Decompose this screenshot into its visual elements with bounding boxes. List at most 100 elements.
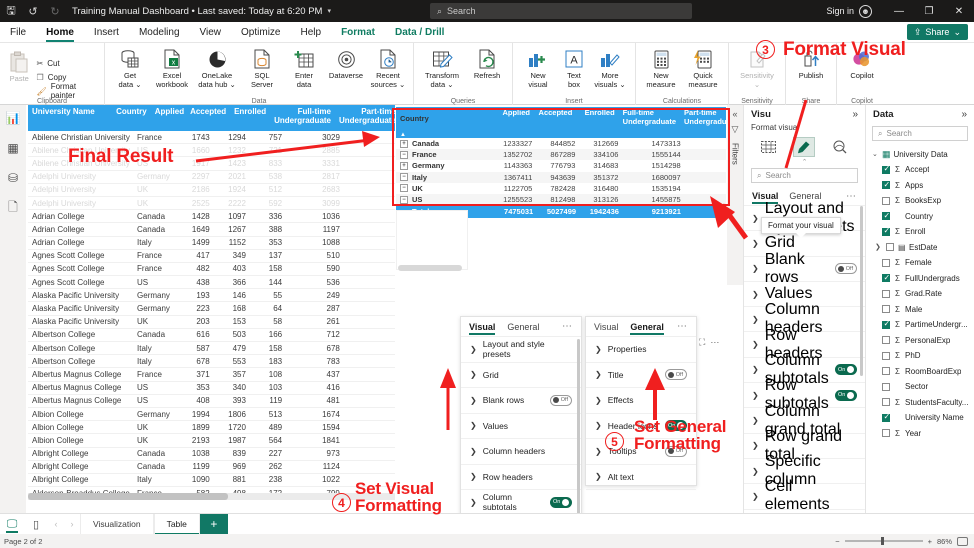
summary-row[interactable]: − Italy 1367411 943639 351372 1680097 <box>396 171 726 183</box>
tab-general[interactable]: General <box>507 317 539 337</box>
summary-column-header-fulltime[interactable]: Full-time Undergraduate <box>619 107 680 131</box>
visual-format-row[interactable]: ❯ Column subtotals On <box>461 490 581 516</box>
field-checkbox[interactable] <box>882 429 890 438</box>
university-data-table[interactable]: University Name Country Applied Accepted… <box>28 105 395 495</box>
field-checkbox[interactable] <box>882 336 890 345</box>
chevron-right-icon[interactable]: ❯ <box>595 370 602 379</box>
minimize-button[interactable]: — <box>884 0 914 22</box>
data-field-item[interactable]: Σ Male <box>866 302 974 318</box>
expand-collapse-icon[interactable]: − <box>400 173 408 182</box>
maximize-button[interactable]: ❐ <box>914 0 944 22</box>
transform-data-button[interactable]: Transform data ⌄ <box>418 46 466 105</box>
viz-format-row[interactable]: ❯ Blank rows Off <box>744 251 865 286</box>
data-field-item[interactable]: Σ Accept <box>866 162 974 178</box>
chevron-right-icon[interactable]: ❯ <box>752 214 759 223</box>
sql-server-button[interactable]: SQL Server <box>241 46 283 105</box>
field-checkbox[interactable] <box>882 289 890 298</box>
table-row[interactable]: Albertus Magnus College US 353 340 103 416 <box>28 382 395 395</box>
rail-item-table-view[interactable]: ▦ <box>4 139 22 157</box>
visual-format-row[interactable]: ❯ Layout and style presets <box>461 337 581 363</box>
chevron-right-icon[interactable]: ❯ <box>470 498 477 507</box>
global-search-box[interactable]: ⌕ Search <box>430 3 692 19</box>
table-row[interactable]: Albion College UK 2193 1987 564 1841 <box>28 434 395 448</box>
menu-item-optimize[interactable]: Optimize <box>231 22 290 43</box>
field-checkbox[interactable] <box>886 243 894 252</box>
tab-visual[interactable]: Visual <box>469 317 496 337</box>
table-row[interactable]: Adelphi University UK 2186 1924 512 2683 <box>28 184 395 197</box>
table-row[interactable]: Abilene Christian University US 1660 1232 72… <box>28 144 395 158</box>
data-field-item[interactable]: Σ Female <box>866 255 974 271</box>
summary-row[interactable]: − France 1352702 867289 334106 1555144 <box>396 149 726 161</box>
table-row[interactable]: Albright College Canada 1199 969 262 1124 <box>28 461 395 474</box>
chevron-right-icon[interactable]: ❯ <box>752 315 759 324</box>
chevron-double-right-icon-2[interactable]: » <box>961 109 967 120</box>
data-field-item[interactable]: Σ Grad.Rate <box>866 286 974 302</box>
toggle-switch[interactable]: On <box>835 389 857 401</box>
expand-collapse-icon[interactable]: − <box>400 184 408 193</box>
table-row[interactable]: Adrian College Canada 1649 1267 388 1197 <box>28 223 395 237</box>
table-row[interactable]: Adrian College Canada 1428 1097 336 1036 <box>28 210 395 224</box>
table-row[interactable]: Albertus Magnus College US 408 393 119 481 <box>28 395 395 408</box>
excel-workbook-button[interactable]: x Excel workbook <box>151 46 193 105</box>
chevron-right-icon[interactable]: ❯ <box>470 396 477 405</box>
save-icon[interactable]: 🖫 <box>0 0 22 22</box>
data-field-item[interactable]: Σ FullUndergrads <box>866 271 974 287</box>
table-row[interactable]: Adelphi University Germany 2297 2021 538 2817 <box>28 171 395 184</box>
onelake-data-hub-button[interactable]: OneLake data hub ⌄ <box>193 46 241 105</box>
enter-data-button[interactable]: Enter data <box>283 46 325 105</box>
table-row[interactable]: Agnes Scott College France 417 349 137 510 <box>28 250 395 263</box>
field-checkbox[interactable] <box>882 211 890 221</box>
table-row[interactable]: Albertus Magnus College France 371 357 108 43… <box>28 368 395 382</box>
table-row[interactable]: Albertson College Canada 616 503 166 712 <box>28 329 395 342</box>
mobile-view-icon[interactable]: ▯ <box>24 514 48 535</box>
column-header-enrolled[interactable]: Enrolled <box>230 105 270 131</box>
summary-column-header-parttime[interactable]: Part-time Undergraduate <box>680 107 737 131</box>
visual-format-row[interactable]: ❯ Grid <box>461 363 581 388</box>
table-row[interactable]: Albertson College Italy 678 553 183 783 <box>28 355 395 369</box>
menu-item-insert[interactable]: Insert <box>84 22 129 43</box>
toggle-switch[interactable]: On <box>550 496 572 508</box>
chevron-right-icon[interactable]: ❯ <box>752 264 759 273</box>
table-row[interactable]: Adelphi University UK 2525 2222 592 3099 <box>28 197 395 211</box>
chevron-right-icon[interactable]: ❯ <box>470 345 477 354</box>
toggle-switch[interactable]: Off <box>550 394 572 406</box>
chevron-right-icon[interactable]: ❯ <box>875 243 882 251</box>
data-field-item[interactable]: Country <box>866 209 974 225</box>
table-row[interactable]: Abilene Christian University France 1743 12… <box>28 131 395 145</box>
table-row[interactable]: Albright College Canada 1038 839 227 973 <box>28 448 395 461</box>
data-field-item[interactable]: Σ StudentsFaculty... <box>866 395 974 411</box>
table-row[interactable]: Alaska Pacific University Germany 223 168 64… <box>28 302 395 316</box>
field-checkbox[interactable] <box>882 258 890 267</box>
chevron-right-icon[interactable]: ❯ <box>470 370 477 379</box>
data-pane-table-node[interactable]: ⌄ ▦ University Data <box>866 146 974 162</box>
share-button[interactable]: ⇪ Share ⌄ <box>906 24 968 40</box>
general-format-row[interactable]: ❯ Header icons On <box>586 414 696 439</box>
menu-item-data-drill[interactable]: Data / Drill <box>385 22 454 43</box>
next-page-button[interactable]: › <box>64 519 80 529</box>
chevron-right-icon[interactable]: ❯ <box>595 447 602 456</box>
field-checkbox[interactable] <box>882 196 890 205</box>
column-header-fulltime-undergraduate[interactable]: Full-time Undergraduate <box>270 105 335 131</box>
column-header-parttime-undergraduate[interactable]: Part-time Undergraduate <box>335 105 395 131</box>
column-header-country[interactable]: Country <box>112 105 151 131</box>
rail-item-report-view[interactable]: 📊 <box>4 109 22 127</box>
chevron-right-icon[interactable]: ❯ <box>470 472 477 481</box>
chevron-double-right-icon[interactable]: » <box>852 109 858 120</box>
data-field-item[interactable]: Σ Enroll <box>866 224 974 240</box>
field-checkbox[interactable] <box>882 305 890 314</box>
field-checkbox[interactable] <box>882 164 890 174</box>
general-format-card[interactable]: Visual General ⋯ ❯ Properties ❯ Title Off ❯ Ef… <box>585 316 697 490</box>
more-visuals-button[interactable]: More visuals ⌄ <box>589 46 631 105</box>
chevron-double-left-icon[interactable]: « <box>732 109 737 119</box>
field-checkbox[interactable] <box>882 226 890 236</box>
visual-format-row[interactable]: ❯ Column headers <box>461 439 581 465</box>
tab-general-2[interactable]: General <box>630 317 664 337</box>
format-painter-button[interactable]: 🖌 Format painter <box>37 82 96 100</box>
cut-button[interactable]: ✂ Cut <box>37 57 96 70</box>
table-row[interactable]: Alaska Pacific University Germany 193 146 55… <box>28 289 395 303</box>
expand-collapse-icon[interactable]: + <box>400 139 408 148</box>
filters-pane-collapsed[interactable]: « ▽ Filters <box>727 105 743 285</box>
build-visual-icon[interactable] <box>758 137 780 157</box>
rail-item-dax-query-view[interactable]: 🗋 <box>4 199 22 217</box>
close-button[interactable]: ✕ <box>944 0 974 22</box>
